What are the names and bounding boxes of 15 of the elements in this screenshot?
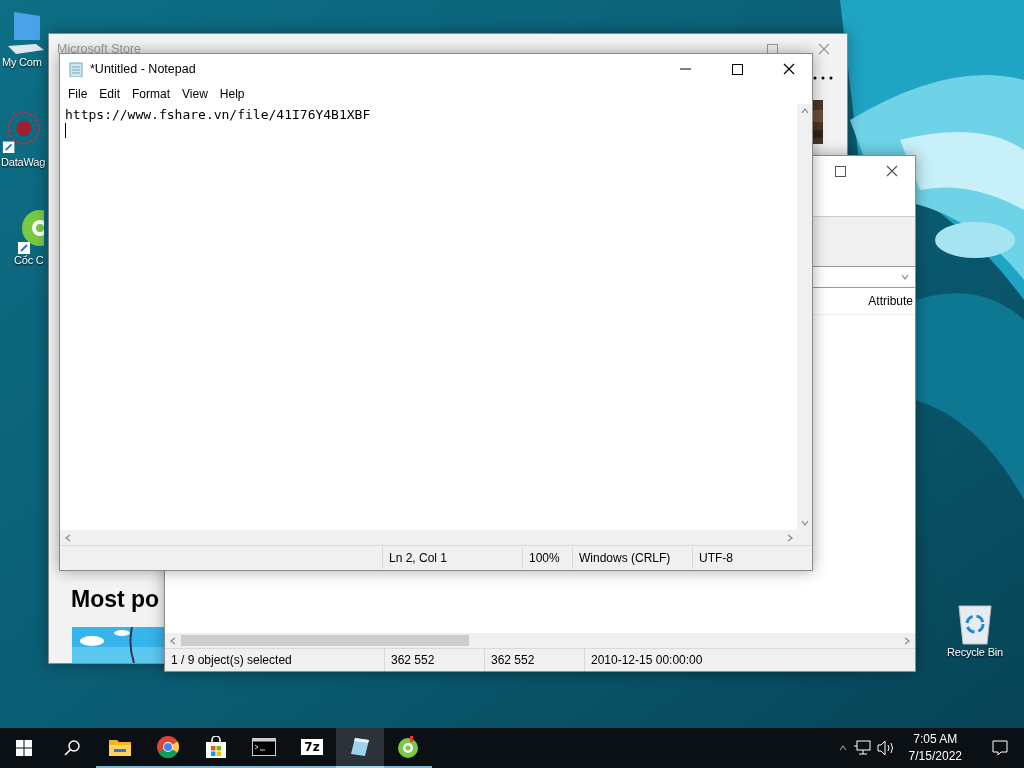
folder-icon[interactable] (109, 738, 131, 756)
clock-date[interactable]: 7/15/2022 (908, 748, 962, 765)
terminal-icon[interactable] (252, 738, 276, 756)
archive-app-icon[interactable]: 7z (301, 739, 323, 755)
chevron-up-icon[interactable] (838, 744, 847, 752)
browser-app-icon[interactable] (397, 736, 419, 758)
chrome-icon[interactable] (157, 736, 179, 758)
notification-icon[interactable] (992, 740, 1008, 756)
notepad-icon[interactable] (349, 736, 371, 758)
volume-icon[interactable] (876, 740, 895, 756)
network-icon[interactable] (852, 740, 871, 756)
clock-time[interactable]: 7:05 AM (913, 731, 958, 748)
shopping-bag-icon[interactable] (205, 736, 227, 758)
start-icon[interactable] (16, 740, 32, 756)
search-icon[interactable] (64, 740, 80, 756)
